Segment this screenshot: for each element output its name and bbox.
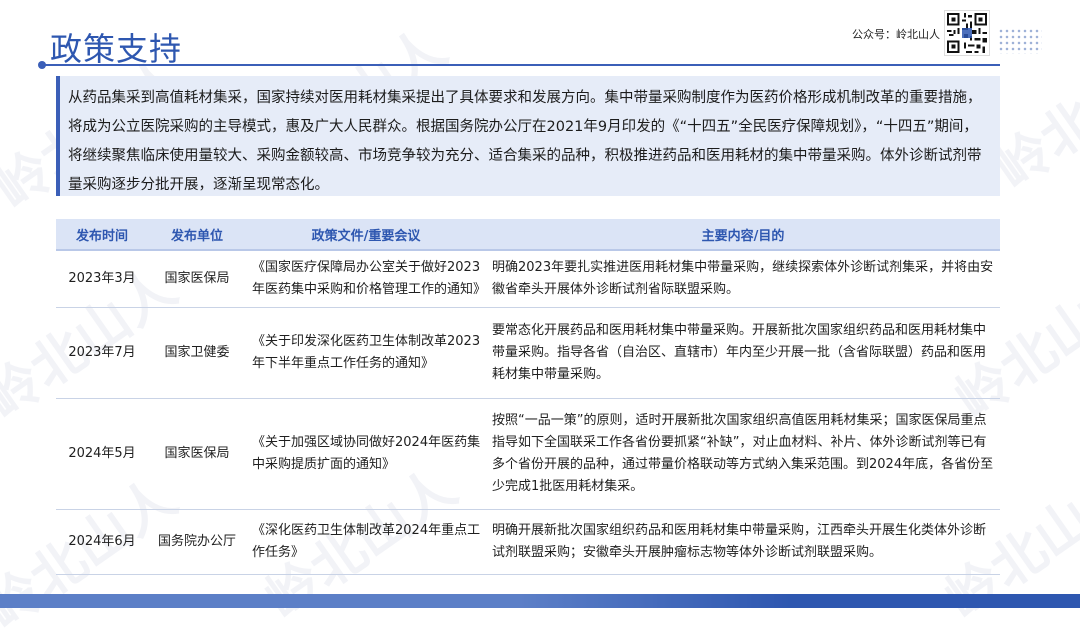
title-divider-dot [38, 61, 46, 69]
cell-unit: 国家医保局 [148, 398, 246, 510]
cell-unit: 国家卫健委 [148, 307, 246, 399]
decorative-dots [998, 28, 1042, 54]
cell-content: 明确2023年要扎实推进医用耗材集中带量采购，继续探索体外诊断试剂集采，并将由安… [486, 250, 1000, 308]
cell-date: 2023年3月 [56, 250, 148, 308]
column-header-date: 发布时间 [56, 219, 148, 251]
intro-paragraph: 从药品集采到高值耗材集采，国家持续对医用耗材集采提出了具体要求和发展方向。集中带… [56, 76, 1000, 196]
cell-content: 明确开展新批次国家组织药品和医用耗材集中带量采购，江西牵头开展生化类体外诊断试剂… [486, 509, 1000, 575]
cell-date: 2024年6月 [56, 509, 148, 575]
column-header-unit: 发布单位 [148, 219, 246, 251]
account-label: 公众号：岭北山人 [852, 28, 940, 41]
column-header-document: 政策文件/重要会议 [246, 219, 486, 251]
cell-content: 按照“一品一策”的原则，适时开展新批次国家组织高值医用耗材集采；国家医保局重点指… [486, 398, 1000, 510]
footer-bar-accent [0, 594, 520, 608]
footer-bar-gradient [520, 594, 790, 608]
table-row: 2024年5月 国家医保局 《关于加强区域协同做好2024年医药集中采购提质扩面… [56, 398, 1000, 510]
qr-code-icon [944, 10, 990, 56]
column-header-content: 主要内容/目的 [486, 219, 1000, 251]
cell-unit: 国务院办公厅 [148, 509, 246, 575]
cell-unit: 国家医保局 [148, 250, 246, 308]
cell-document: 《国家医疗保障局办公室关于做好2023年医药集中采购和价格管理工作的通知》 [246, 250, 486, 308]
cell-content: 要常态化开展药品和医用耗材集中带量采购。开展新批次国家组织药品和医用耗材集中带量… [486, 307, 1000, 399]
table-row: 2023年7月 国家卫健委 《关于印发深化医药卫生体制改革2023年下半年重点工… [56, 307, 1000, 399]
cell-document: 《深化医药卫生体制改革2024年重点工作任务》 [246, 509, 486, 575]
cell-document: 《关于加强区域协同做好2024年医药集中采购提质扩面的通知》 [246, 398, 486, 510]
cell-document: 《关于印发深化医药卫生体制改革2023年下半年重点工作任务的通知》 [246, 307, 486, 399]
cell-date: 2023年7月 [56, 307, 148, 399]
table-row: 2023年3月 国家医保局 《国家医疗保障局办公室关于做好2023年医药集中采购… [56, 250, 1000, 308]
policy-table: 发布时间 发布单位 政策文件/重要会议 主要内容/目的 2023年3月 国家医保… [56, 219, 1000, 575]
table-row: 2024年6月 国务院办公厅 《深化医药卫生体制改革2024年重点工作任务》 明… [56, 509, 1000, 575]
table-header-row: 发布时间 发布单位 政策文件/重要会议 主要内容/目的 [56, 219, 1000, 251]
cell-date: 2024年5月 [56, 398, 148, 510]
title-divider [42, 64, 1000, 66]
